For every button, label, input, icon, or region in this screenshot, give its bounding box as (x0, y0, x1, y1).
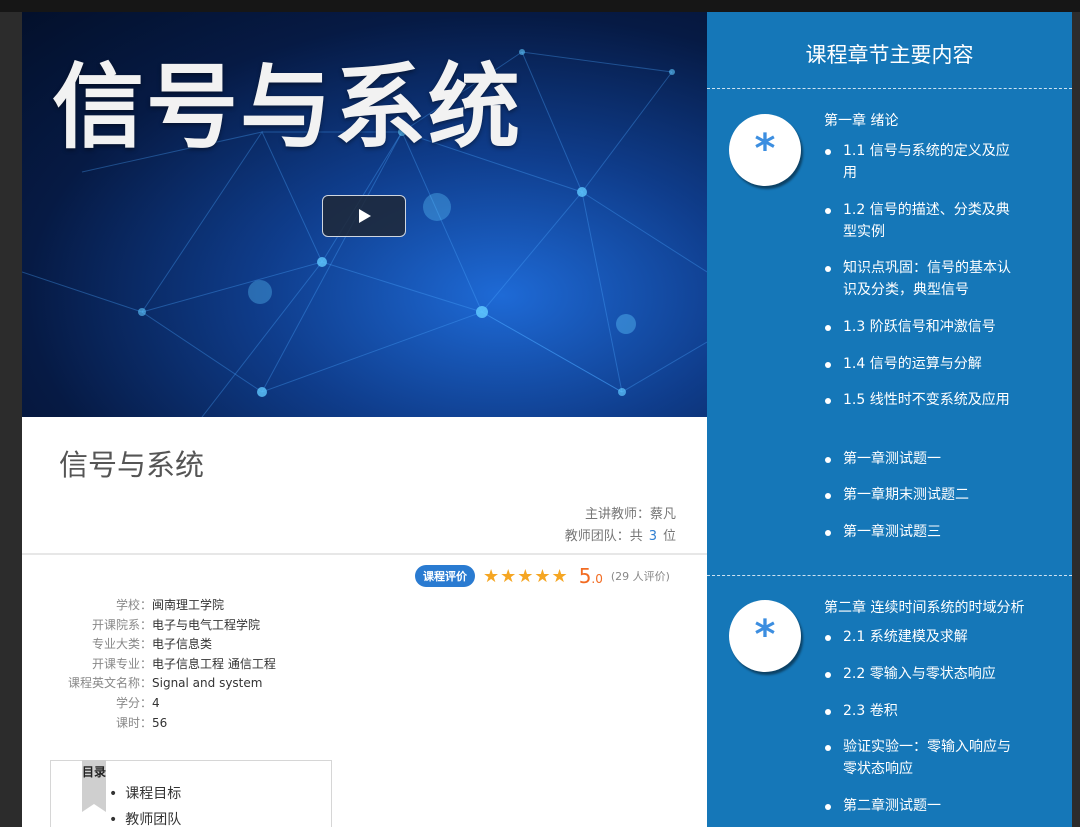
chapter-1-icon: * (729, 114, 801, 186)
info-value: 闽南理工学院 (152, 598, 225, 612)
chapter-2-title[interactable]: 第二章 连续时间系统的时域分析 (824, 597, 1024, 617)
asterisk-icon: * (754, 612, 776, 658)
chapter-2-icon: * (729, 600, 801, 672)
info-label: 学校： (115, 598, 152, 612)
team-suffix: 位 (662, 529, 676, 544)
course-main-column: 信号与系统 信号与系统 主讲教师：蔡凡 教师团队：共 3 位 课程评价 ★★★★★ … (22, 12, 707, 827)
lead-teacher: 主讲教师：蔡凡 (585, 503, 676, 522)
rating-score-int: 5 (578, 564, 592, 588)
divider (707, 575, 1072, 576)
info-label: 学分： (115, 695, 152, 710)
info-value: 4 (152, 695, 160, 710)
info-row: 专业大类：电子信息类 (46, 635, 276, 655)
chapter-item[interactable]: 2.2 零输入与零状态响应 (825, 663, 1023, 685)
chapter-item[interactable]: 1.1 信号与系统的定义及应用 (825, 140, 1023, 184)
team-count-link[interactable]: 3 (649, 529, 657, 544)
chapter-item[interactable]: 1.4 信号的运算与分解 (825, 353, 1023, 375)
course-info-list: 学校：闽南理工学院 开课院系：电子与电气工程学院 专业大类：电子信息类 开课专业… (46, 596, 276, 733)
info-row: 课时：56 (46, 714, 276, 734)
info-row: 学校：闽南理工学院 (46, 596, 276, 616)
chapter-1-title[interactable]: 第一章 绪论 (824, 110, 898, 130)
chapter-item[interactable]: 第一章测试题三 (825, 521, 1023, 543)
table-of-contents: 目录 课程目标 教师团队 (50, 760, 332, 827)
chapter-item[interactable]: 1.2 信号的描述、分类及典型实例 (825, 199, 1023, 243)
info-value: 电子信息类 (152, 637, 213, 652)
info-row: 开课院系：电子与电气工程学院 (46, 616, 276, 636)
toc-item-course-goals[interactable]: 课程目标 (109, 785, 181, 811)
info-value: 电子信息工程 通信工程 (152, 656, 276, 671)
lead-teacher-text: 主讲教师：蔡凡 (584, 507, 676, 522)
panel-title: 课程章节主要内容 (805, 43, 974, 67)
asterisk-icon: * (754, 126, 776, 172)
chapter-item[interactable]: 2.1 系统建模及求解 (825, 626, 1023, 648)
course-rating: 课程评价 ★★★★★ 5.0 (29 人评价) (415, 564, 670, 588)
rating-stars-icon: ★★★★★ (483, 565, 569, 587)
chapter-panel: 课程章节主要内容 * 第一章 绪论 1.1 信号与系统的定义及应用 1.2 信号… (707, 12, 1072, 827)
team-prefix: 教师团队：共 (564, 529, 643, 544)
video-banner-text: 信号与系统 (52, 54, 523, 161)
info-label: 开课专业： (91, 656, 152, 671)
toc-item-teacher-team[interactable]: 教师团队 (109, 811, 181, 827)
chapter-item[interactable]: 第一章测试题一 (825, 448, 1023, 470)
rating-badge[interactable]: 课程评价 (415, 565, 475, 587)
info-value: 56 (152, 715, 168, 730)
course-title: 信号与系统 (59, 448, 205, 482)
info-row: 学分：4 (46, 694, 276, 714)
browser-top-bar (0, 0, 1080, 12)
rating-count: (29 人评价) (610, 570, 670, 583)
chapter-item[interactable]: 验证实验一：零输入响应与零状态响应 (825, 736, 1023, 780)
divider (707, 88, 1072, 89)
rating-score: 5.0 (579, 564, 603, 588)
chapter-item[interactable]: 1.3 阶跃信号和冲激信号 (825, 316, 1023, 338)
left-gutter (0, 12, 22, 827)
chapter-item[interactable]: 知识点巩固：信号的基本认识及分类，典型信号 (825, 257, 1023, 301)
info-value: Signal and system (152, 676, 263, 691)
chapter-item[interactable]: 1.5 线性时不变系统及应用 (825, 389, 1023, 411)
teacher-team: 教师团队：共 3 位 (565, 525, 676, 544)
chapter-item[interactable]: 2.3 卷积 (825, 700, 1023, 722)
info-label: 专业大类： (91, 637, 152, 652)
info-row: 课程英文名称：Signal and system (46, 674, 276, 694)
divider (22, 553, 707, 555)
info-value: 电子与电气工程学院 (152, 617, 261, 632)
play-icon (359, 209, 371, 223)
right-scrollbar[interactable] (1072, 12, 1080, 827)
chapter-item[interactable]: 第一章期末测试题二 (825, 484, 1023, 506)
info-label: 课时： (115, 715, 152, 730)
info-label: 开课院系： (91, 617, 152, 632)
chapter-item[interactable]: 第二章测试题一 (825, 795, 1023, 817)
info-label: 课程英文名称： (67, 676, 152, 691)
play-button[interactable] (322, 195, 406, 237)
info-row: 开课专业：电子信息工程 通信工程 (46, 655, 276, 675)
video-player[interactable]: 信号与系统 (22, 12, 707, 417)
toc-ribbon: 目录 (82, 760, 106, 812)
rating-score-decimal: .0 (591, 572, 603, 586)
